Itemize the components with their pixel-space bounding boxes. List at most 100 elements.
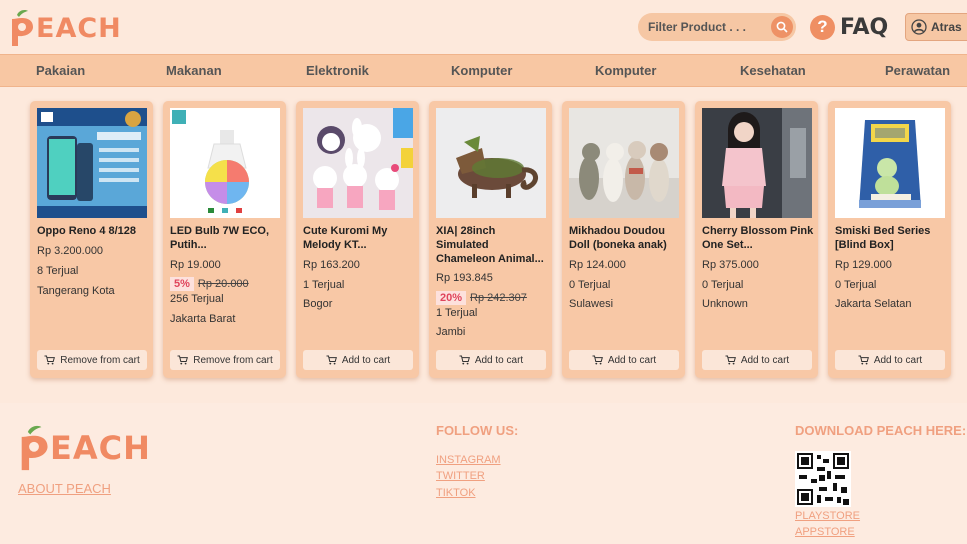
nav-item-makanan[interactable]: Makanan [166, 55, 222, 86]
cart-icon [326, 355, 337, 365]
playstore-link[interactable]: PLAYSTORE [795, 510, 860, 522]
product-sold: 0 Terjual [835, 279, 877, 291]
cart-button-label: Add to cart [341, 354, 391, 366]
cart-button-label: Remove from cart [193, 354, 273, 366]
cart-icon [858, 355, 869, 365]
search-input[interactable] [648, 20, 768, 34]
product-location: Jakarta Barat [170, 313, 236, 325]
product-sold: 0 Terjual [569, 279, 611, 291]
add-to-cart-button[interactable]: Add to cart [835, 350, 945, 370]
product-sold: 0 Terjual [702, 279, 744, 291]
nav-item-komputer-2[interactable]: Komputer [595, 55, 656, 86]
original-price: Rp 20.000 [197, 278, 249, 290]
product-name[interactable]: Oppo Reno 4 8/128 [37, 224, 149, 238]
remove-from-cart-button[interactable]: Remove from cart [37, 350, 147, 370]
product-image [37, 108, 147, 218]
product-card[interactable]: Cute Kuromi My Melody KT... Rp 163.200 1… [296, 101, 419, 378]
nav-item-elektronik[interactable]: Elektronik [306, 55, 369, 86]
product-name[interactable]: Cherry Blossom Pink One Set... [702, 224, 814, 252]
cart-icon [177, 355, 189, 365]
add-to-cart-button[interactable]: Add to cart [569, 350, 679, 370]
product-sold: 8 Terjual [37, 265, 79, 277]
product-card[interactable]: Smiski Bed Series [Blind Box] Rp 129.000… [828, 101, 951, 378]
product-card[interactable]: LED Bulb 7W ECO, Putih... Rp 19.000 5% Rp… [163, 101, 286, 378]
footer-logo[interactable]: EACH [18, 423, 151, 473]
product-card[interactable]: Oppo Reno 4 8/128 Rp 3.200.000 8 Terjual… [30, 101, 153, 378]
search-icon [776, 21, 788, 33]
product-price: Rp 193.845 [436, 272, 493, 284]
faq-link[interactable]: ? FAQ [810, 13, 888, 41]
appstore-link[interactable]: APPSTORE [795, 526, 855, 538]
cart-icon [44, 355, 56, 365]
add-to-cart-button[interactable]: Add to cart [303, 350, 413, 370]
product-card[interactable]: XIA| 28inch Simulated Chameleon Animal..… [429, 101, 552, 378]
cart-icon [725, 355, 736, 365]
product-price: Rp 129.000 [835, 259, 892, 271]
peach-logo-icon [21, 425, 48, 471]
original-price: Rp 242.307 [470, 292, 527, 304]
cart-button-label: Remove from cart [60, 354, 140, 366]
product-price: Rp 19.000 [170, 259, 221, 271]
account-name: Atras [931, 20, 962, 34]
product-sold: 1 Terjual [303, 279, 345, 291]
product-image [702, 108, 812, 218]
nav-item-perawatan[interactable]: Perawatan [885, 55, 950, 86]
product-card[interactable]: Cherry Blossom Pink One Set... Rp 375.00… [695, 101, 818, 378]
nav-item-komputer[interactable]: Komputer [451, 55, 512, 86]
account-menu[interactable]: Atras [905, 13, 967, 41]
download-title: DOWNLOAD PEACH HERE: [795, 423, 967, 438]
about-link[interactable]: ABOUT PEACH [18, 481, 111, 496]
search-bar [638, 13, 796, 41]
category-nav: Pakaian Makanan Elektronik Komputer Komp… [0, 54, 967, 87]
search-button[interactable] [771, 16, 793, 38]
product-image [170, 108, 280, 218]
product-name[interactable]: Cute Kuromi My Melody KT... [303, 224, 415, 252]
tiktok-link[interactable]: TIKTOK [436, 487, 476, 499]
follow-us-title: FOLLOW US: [436, 423, 519, 438]
product-price: Rp 375.000 [702, 259, 759, 271]
cart-button-label: Add to cart [740, 354, 790, 366]
footer: EACH ABOUT PEACH FOLLOW US: INSTAGRAM TW… [0, 403, 967, 544]
product-name[interactable]: Mikhadou Doudou Doll (boneka anak) [569, 224, 681, 252]
product-price: Rp 163.200 [303, 259, 360, 271]
cart-button-label: Add to cart [873, 354, 923, 366]
product-card[interactable]: Mikhadou Doudou Doll (boneka anak) Rp 12… [562, 101, 685, 378]
add-to-cart-button[interactable]: Add to cart [702, 350, 812, 370]
instagram-link[interactable]: INSTAGRAM [436, 454, 501, 466]
add-to-cart-button[interactable]: Add to cart [436, 350, 546, 370]
footer-logo-text: EACH [50, 429, 151, 467]
qr-code-icon [795, 451, 851, 507]
product-name[interactable]: LED Bulb 7W ECO, Putih... [170, 224, 282, 252]
question-icon: ? [810, 14, 835, 40]
user-icon [911, 19, 927, 35]
product-location: Sulawesi [569, 298, 614, 310]
discount-badge: 5% [170, 277, 194, 291]
product-sold: 256 Terjual [170, 293, 224, 305]
faq-label: FAQ [840, 14, 889, 40]
remove-from-cart-button[interactable]: Remove from cart [170, 350, 280, 370]
cart-button-label: Add to cart [607, 354, 657, 366]
logo[interactable]: EACH [9, 8, 122, 46]
product-location: Jakarta Selatan [835, 298, 912, 310]
product-price: Rp 124.000 [569, 259, 626, 271]
cart-icon [592, 355, 603, 365]
product-location: Tangerang Kota [37, 285, 115, 297]
cart-button-label: Add to cart [474, 354, 524, 366]
product-location: Unknown [702, 298, 748, 310]
product-price: Rp 3.200.000 [37, 245, 104, 257]
logo-text: EACH [36, 12, 122, 44]
nav-item-kesehatan[interactable]: Kesehatan [740, 55, 806, 86]
product-image [569, 108, 679, 218]
discount-badge: 20% [436, 291, 467, 305]
product-location: Bogor [303, 298, 333, 310]
product-discount-row: 5% Rp 20.000 [170, 277, 249, 291]
nav-item-pakaian[interactable]: Pakaian [36, 55, 85, 86]
product-image [835, 108, 945, 218]
header: EACH ? FAQ Atras [0, 0, 967, 54]
product-image [436, 108, 546, 218]
product-image [303, 108, 413, 218]
twitter-link[interactable]: TWITTER [436, 470, 485, 482]
product-name[interactable]: XIA| 28inch Simulated Chameleon Animal..… [436, 224, 548, 266]
product-name[interactable]: Smiski Bed Series [Blind Box] [835, 224, 947, 252]
peach-logo-icon [9, 9, 35, 46]
